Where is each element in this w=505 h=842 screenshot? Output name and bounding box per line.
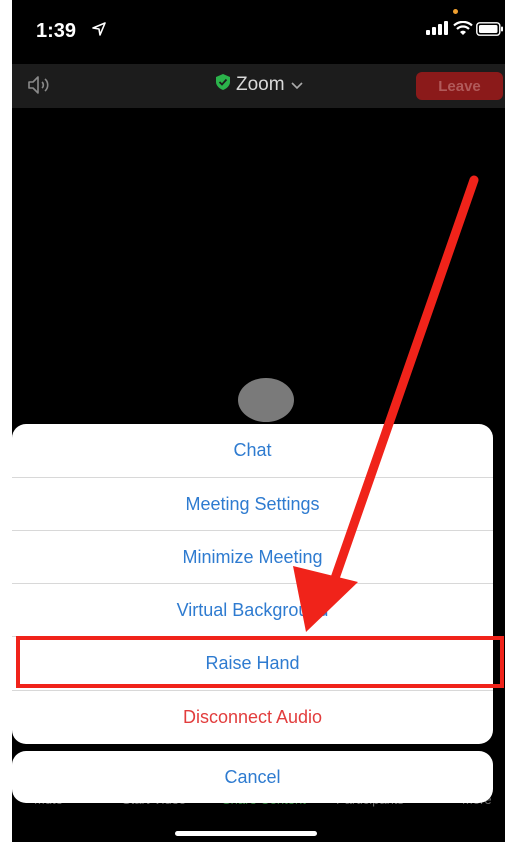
- sheet-item-meeting-settings[interactable]: Meeting Settings: [12, 477, 493, 530]
- meeting-title: Zoom: [236, 74, 285, 95]
- status-time: 1:39: [36, 20, 77, 42]
- meeting-title-dropdown[interactable]: Zoom: [216, 74, 303, 96]
- location-arrow-icon: [92, 22, 106, 41]
- signal-bars-icon: [426, 21, 448, 40]
- speaker-icon[interactable]: [26, 74, 54, 101]
- participant-avatar: [238, 378, 294, 422]
- shield-check-icon: [216, 74, 230, 96]
- cancel-button[interactable]: Cancel: [12, 751, 493, 803]
- sheet-item-virtual-background[interactable]: Virtual Background: [12, 583, 493, 636]
- chevron-down-icon: [291, 74, 303, 96]
- sheet-item-disconnect-audio[interactable]: Disconnect Audio: [12, 690, 493, 743]
- recording-indicator-dot: [453, 9, 458, 14]
- sheet-item-minimize-meeting[interactable]: Minimize Meeting: [12, 530, 493, 583]
- annotation-highlight-box: [16, 636, 504, 688]
- battery-icon: [476, 22, 504, 41]
- status-bar: 1:39: [12, 0, 505, 64]
- wifi-icon: [453, 20, 473, 41]
- meeting-toolbar: Zoom Leave: [12, 64, 505, 108]
- sheet-item-chat[interactable]: Chat: [12, 424, 493, 477]
- leave-button[interactable]: Leave: [416, 72, 503, 100]
- home-indicator[interactable]: [175, 831, 317, 836]
- action-sheet: Chat Meeting Settings Minimize Meeting V…: [12, 424, 493, 744]
